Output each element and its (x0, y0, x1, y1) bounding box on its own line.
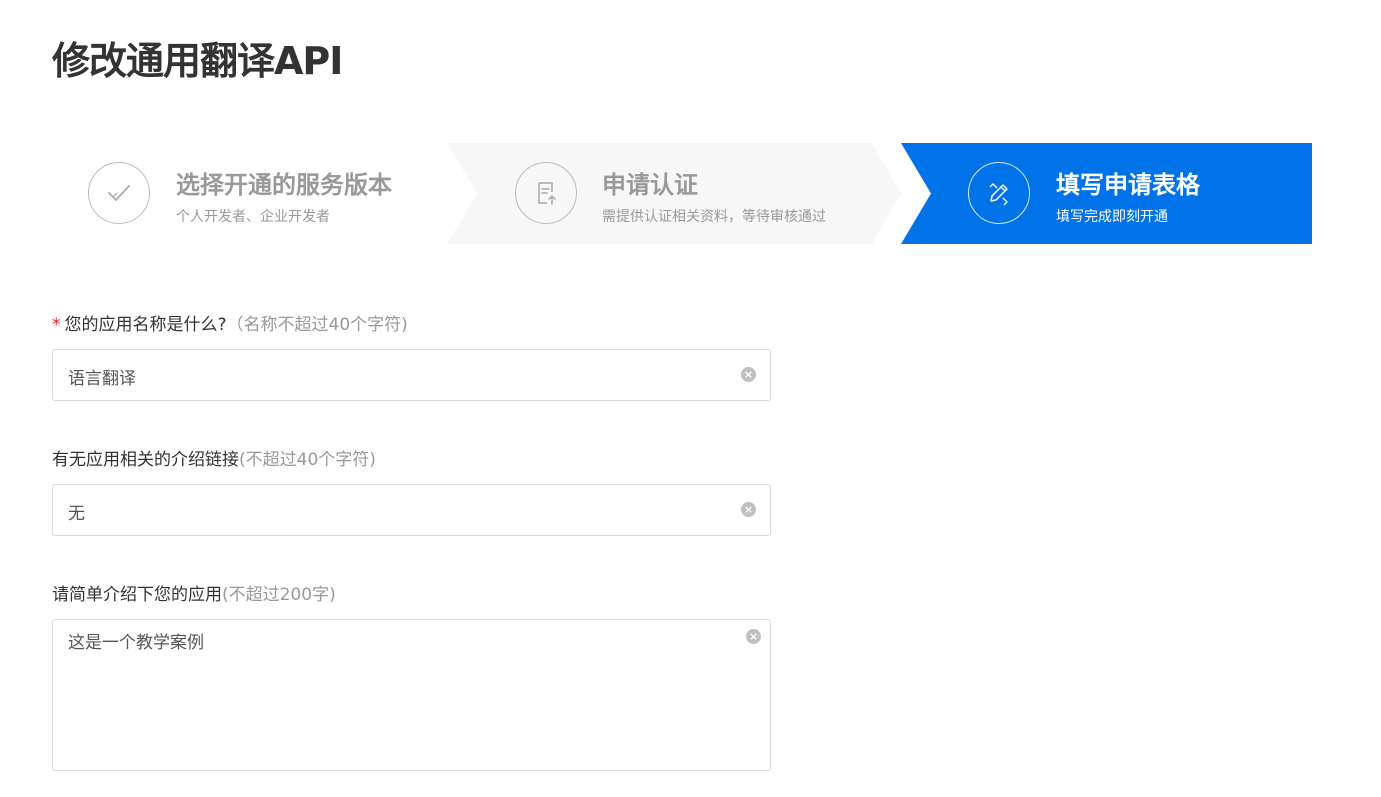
app-name-hint: （名称不超过40个字符) (226, 315, 408, 335)
description-textarea[interactable]: 这是一个教学案例 × (52, 619, 771, 771)
step-2-subtitle: 需提供认证相关资料，等待审核通过 (602, 209, 826, 225)
app-name-label: * 您的应用名称是什么?（名称不超过40个字符) (52, 310, 408, 335)
description-label: 请简单介绍下您的应用(不超过200字) (52, 580, 336, 605)
app-name-input[interactable]: 语言翻译 × (52, 349, 771, 401)
step-3-subtitle: 填写完成即刻开通 (1056, 209, 1168, 225)
intro-link-input[interactable]: 无 × (52, 484, 771, 536)
document-upload-icon (515, 162, 577, 224)
app-name-value: 语言翻译 (68, 369, 136, 389)
intro-link-value: 无 (68, 504, 85, 524)
pencil-ruler-icon (968, 162, 1030, 224)
check-icon (88, 162, 150, 224)
step-1-title: 选择开通的服务版本 (176, 171, 392, 199)
clear-icon[interactable]: × (746, 629, 761, 644)
description-value: 这是一个教学案例 (68, 633, 204, 653)
intro-link-label: 有无应用相关的介绍链接(不超过40个字符) (52, 445, 376, 470)
clear-icon[interactable]: × (741, 502, 756, 517)
page-title: 修改通用翻译API (52, 39, 343, 83)
step-1-subtitle: 个人开发者、企业开发者 (176, 209, 330, 225)
clear-icon[interactable]: × (741, 367, 756, 382)
app-name-label-text: 您的应用名称是什么? (64, 315, 227, 335)
step-2-title: 申请认证 (602, 171, 698, 199)
step-progress: 选择开通的服务版本 个人开发者、企业开发者 申请认证 需提供认证相关资料，等待审… (0, 143, 1381, 244)
description-hint: (不超过200字) (222, 585, 336, 605)
intro-link-label-text: 有无应用相关的介绍链接 (52, 450, 239, 470)
step-3-title: 填写申请表格 (1056, 171, 1200, 199)
required-mark: * (52, 315, 61, 335)
intro-link-hint: (不超过40个字符) (239, 450, 376, 470)
description-label-text: 请简单介绍下您的应用 (52, 585, 222, 605)
